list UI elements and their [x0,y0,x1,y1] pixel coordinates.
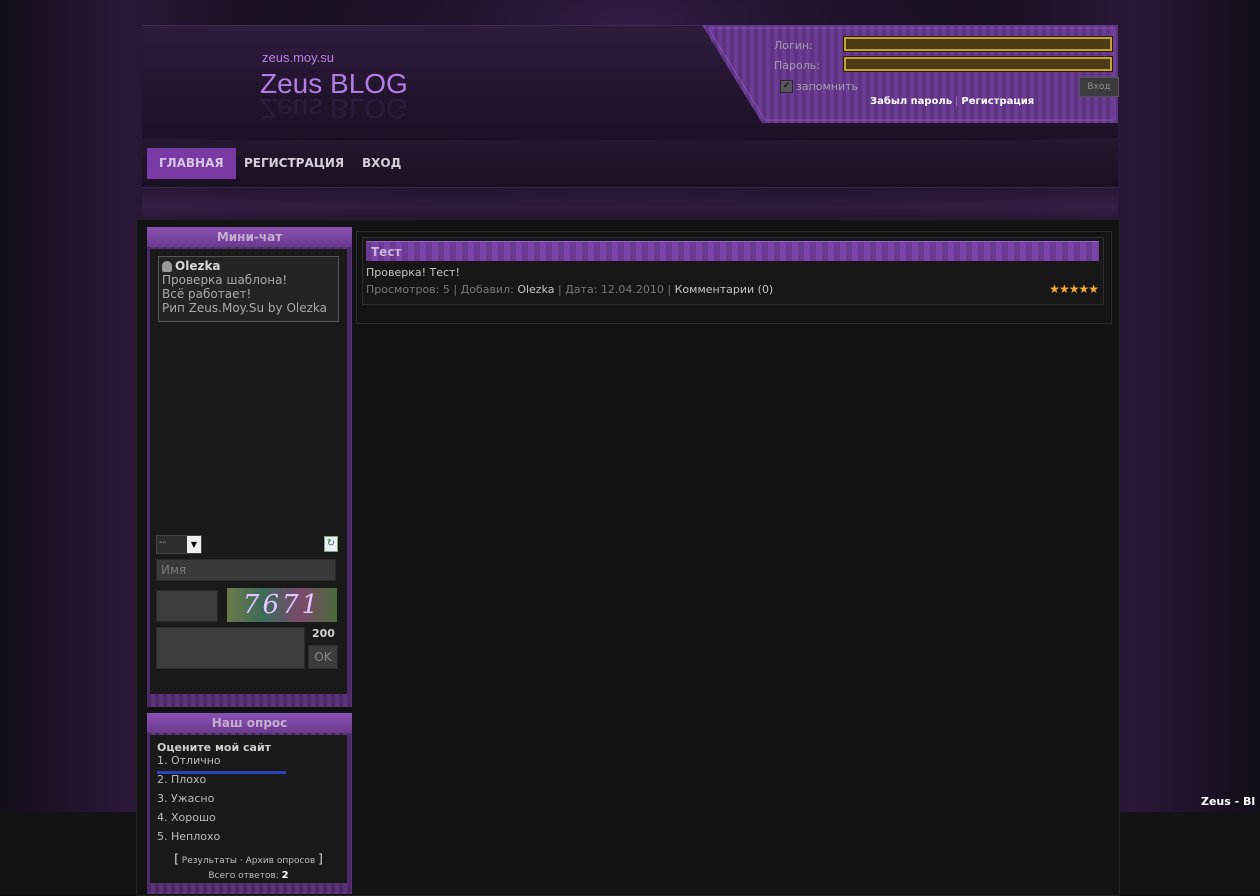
remember-checkbox[interactable]: ✔ [780,80,793,93]
login-links-separator: | [955,96,959,107]
chat-message-user[interactable]: Olezka [162,259,335,273]
login-input[interactable] [843,36,1113,52]
star-icon[interactable]: ★ [1059,282,1070,296]
chat-smiley-select[interactable]: -- ▼ [156,535,202,554]
decorative-band [142,188,1118,221]
date-label: Дата: [565,283,598,296]
poll-total-label: Всего ответов: [208,871,279,881]
entry-text: Проверка! Тест! [366,266,460,279]
poll-option: 3. Ужасно [157,792,215,805]
poll-body: Оцените мой сайт 1. Отлично 2. Плохо 3. … [150,735,347,883]
poll-results-link[interactable]: Результаты [182,856,237,866]
char-counter: 200 [312,627,335,640]
forgot-password-link[interactable]: Забыл пароль [870,96,952,107]
meta-separator: | [558,283,562,296]
chevron-down-icon[interactable]: ▼ [187,536,201,553]
star-icon[interactable]: ★ [1078,282,1089,296]
entry-date: 12.04.2010 [600,283,664,296]
poll-links: [ Результаты · Архив опросов ] [150,852,347,866]
poll-archive-link[interactable]: Архив опросов [246,856,316,866]
nav-item-login[interactable]: ВХОД [350,148,413,179]
register-link[interactable]: Регистрация [961,96,1034,107]
poll-option: 4. Хорошо [157,811,216,824]
chat-line: Всё работает! [162,287,252,301]
poll-total: Всего ответов: 2 [150,870,347,881]
captcha-image: 7671 [227,588,337,622]
remember-me[interactable]: ✔ запомнить [780,80,858,93]
star-icon[interactable]: ★ [1088,282,1099,296]
entry-author[interactable]: Olezka [517,283,554,296]
login-label: Логин: [774,39,813,52]
entry-meta: Просмотров: 5 | Добавил: Olezka | Дата: … [366,282,1100,296]
chat-line: Рип Zeus.Moy.Su by Olezka [162,301,327,315]
nav-item-home[interactable]: ГЛАВНАЯ [147,148,236,179]
poll-option: 1. Отлично [157,754,221,767]
refresh-icon[interactable]: ↻ [324,536,338,552]
minichat-title: Мини-чат [147,227,352,247]
chat-username[interactable]: Olezka [175,259,221,273]
remember-label: запомнить [796,80,859,93]
login-links: Забыл пароль | Регистрация [870,96,1034,107]
side-window-title: Zeus - Bl [1201,795,1256,808]
site-url[interactable]: zeus.moy.su [262,50,334,65]
poll-links-close-bracket: ] [318,852,323,866]
poll-question: Оцените мой сайт [157,741,272,754]
poll-title: Наш опрос [147,713,352,733]
nav-item-register[interactable]: РЕГИСТРАЦИЯ [232,148,356,179]
views-count: 5 [442,283,450,296]
meta-separator: | [453,283,458,296]
captcha-input[interactable] [156,590,218,622]
blog-entry: Тест Проверка! Тест! Просмотров: 5 | Доб… [362,237,1104,305]
login-panel: Логин: Пароль: ✔ запомнить Забыл пароль |… [702,25,1119,123]
rating-stars[interactable]: ★★★★★ [1049,282,1099,296]
poll-option: 5. Неплохо [157,830,221,843]
site-title-reflection: Zeus BLOG [260,93,408,124]
chat-name-input[interactable]: Имя [156,559,336,581]
views-label: Просмотров: [366,283,440,296]
main-nav: ГЛАВНАЯ РЕГИСТРАЦИЯ ВХОД [142,140,1118,188]
chat-line: Проверка шаблона! [162,273,288,287]
password-label: Пароль: [774,59,820,72]
login-submit-button[interactable]: Вход [1079,77,1119,97]
password-input[interactable] [843,56,1113,72]
chat-submit-button[interactable]: OK [308,645,338,669]
meta-separator: | [667,283,672,296]
star-icon[interactable]: ★ [1069,282,1080,296]
poll-links-open-bracket: [ [174,852,179,866]
poll-option: 2. Плохо [157,773,207,786]
poll-block: Наш опрос Оцените мой сайт 1. Отлично 2.… [147,713,352,894]
chat-window[interactable]: Olezka Проверка шаблона! Всё работает! Р… [158,256,339,322]
comments-link[interactable]: Комментарии (0) [675,283,774,296]
entry-title[interactable]: Тест [366,241,1099,261]
poll-total-value: 2 [281,870,289,881]
chat-select-value: -- [159,537,167,548]
added-by-label: Добавил: [460,283,514,296]
star-icon[interactable]: ★ [1049,282,1060,296]
user-icon [162,260,172,272]
poll-links-dot: · [239,856,243,866]
chat-message-input[interactable] [156,627,305,669]
